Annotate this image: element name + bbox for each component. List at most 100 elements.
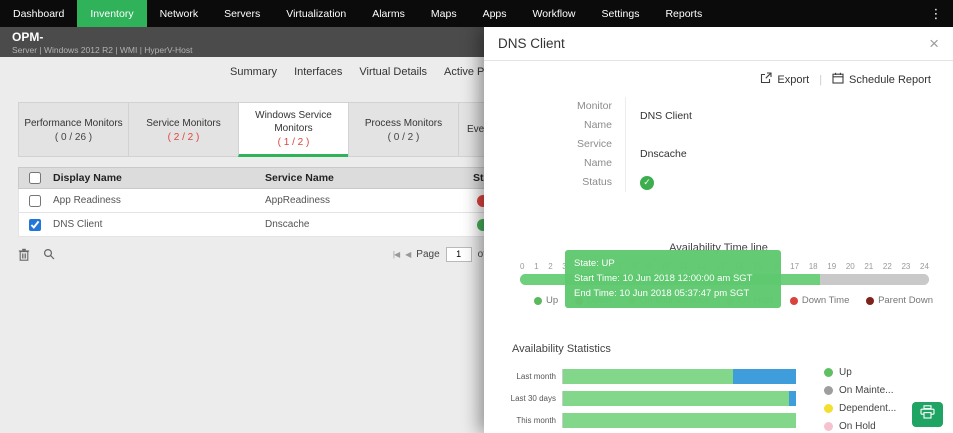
table-toolbar: |◀ ◀ Page of bbox=[0, 243, 486, 265]
tab-interfaces[interactable]: Interfaces bbox=[294, 64, 342, 80]
legend-label: Up bbox=[839, 367, 852, 378]
timeline-legend-up: Up bbox=[534, 295, 558, 306]
stats-chart-legend: UpOn Mainte...Dependent...On HoldDownNot… bbox=[824, 365, 896, 433]
stats-title: Availability Statistics bbox=[512, 343, 611, 355]
header-service-name[interactable]: Service Name bbox=[265, 172, 473, 184]
more-menu-icon[interactable]: ⋮ bbox=[919, 0, 953, 27]
stats-chart-rows: Last monthLast 30 daysThis monthLast wee… bbox=[500, 365, 796, 433]
actions-separator: | bbox=[819, 73, 823, 86]
bar-segment-up bbox=[563, 368, 734, 384]
schedule-report-label: Schedule Report bbox=[849, 73, 931, 86]
export-icon bbox=[760, 72, 772, 87]
cell-service-name: AppReadiness bbox=[265, 195, 331, 206]
timeline-legend-down-time: Down Time bbox=[789, 295, 850, 306]
legend-label: Down Time bbox=[801, 295, 850, 306]
service-name-value: Dnscache bbox=[640, 147, 687, 160]
chart-category-label: This month bbox=[516, 415, 556, 425]
nav-item-maps[interactable]: Maps bbox=[418, 0, 470, 27]
legend-label: Dependent... bbox=[839, 403, 897, 414]
first-page-icon[interactable]: |◀ bbox=[393, 250, 400, 259]
legend-label: On Hold bbox=[839, 421, 876, 432]
monitor-details: Monitor Name DNS Client Service Name Dns… bbox=[563, 97, 953, 192]
detail-row-monitor-name: Monitor Name DNS Client bbox=[563, 97, 953, 135]
panel-title: DNS Client bbox=[498, 36, 565, 51]
chart-row-last-month: Last month bbox=[500, 365, 796, 387]
chart-legend-up[interactable]: Up bbox=[824, 367, 896, 378]
print-button[interactable] bbox=[912, 402, 943, 427]
row-checkbox[interactable] bbox=[29, 194, 41, 207]
chart-legend-on-mainte[interactable]: On Mainte... bbox=[824, 385, 896, 396]
monitor-name-label: Monitor Name bbox=[563, 97, 626, 135]
chart-legend-dependent[interactable]: Dependent... bbox=[824, 403, 896, 414]
monitor-tab-service-monitors[interactable]: Service Monitors( 2 / 2 ) bbox=[128, 102, 238, 157]
nav-items: Dashboard Inventory Network Servers Virtuali… bbox=[0, 0, 919, 27]
legend-label: On Mainte... bbox=[839, 385, 894, 396]
dns-client-panel: DNS Client × Export | Schedule Report Mo… bbox=[484, 27, 953, 433]
chart-bar-last-month bbox=[563, 368, 796, 384]
header-checkbox-cell bbox=[19, 172, 53, 184]
nav-item-inventory[interactable]: Inventory bbox=[77, 0, 147, 27]
chart-bar-last-30-days bbox=[563, 390, 796, 406]
monitor-tab-windows-service-monitors[interactable]: Windows Service Monitors( 1 / 2 ) bbox=[238, 102, 348, 157]
chart-bar-this-month bbox=[563, 412, 796, 428]
detail-row-status: Status ✓ bbox=[563, 173, 953, 192]
page-label: Page bbox=[416, 248, 440, 260]
stats-chart: Last monthLast 30 daysThis monthLast wee… bbox=[500, 365, 937, 433]
chart-legend-on-hold[interactable]: On Hold bbox=[824, 421, 896, 432]
schedule-report-button[interactable]: Schedule Report bbox=[832, 72, 931, 87]
tooltip-start-time: Start Time: 10 Jun 2018 12:00:00 am SGT bbox=[574, 273, 753, 285]
top-nav: Dashboard Inventory Network Servers Virtuali… bbox=[0, 0, 953, 27]
nav-item-workflow[interactable]: Workflow bbox=[520, 0, 589, 27]
pagination: |◀ ◀ Page of bbox=[393, 246, 486, 262]
export-label: Export bbox=[777, 73, 810, 86]
cell-display-name: DNS Client bbox=[53, 219, 103, 230]
close-icon[interactable]: × bbox=[929, 35, 939, 52]
delete-icon[interactable] bbox=[18, 248, 30, 261]
timeline-segment-not-monitored bbox=[820, 274, 929, 285]
bar-segment-up bbox=[563, 412, 796, 428]
monitor-tab-process-monitors[interactable]: Process Monitors( 0 / 2 ) bbox=[348, 102, 458, 157]
panel-header: DNS Client × bbox=[484, 27, 953, 61]
page-number-input[interactable] bbox=[445, 246, 472, 262]
tooltip-state: State: UP bbox=[574, 258, 615, 269]
monitor-tab-performance-monitors[interactable]: Performance Monitors( 0 / 26 ) bbox=[18, 102, 128, 157]
nav-item-reports[interactable]: Reports bbox=[652, 0, 715, 27]
status-label: Status bbox=[563, 173, 626, 192]
select-all-checkbox[interactable] bbox=[29, 172, 41, 184]
nav-item-alarms[interactable]: Alarms bbox=[359, 0, 418, 27]
monitor-name-value: DNS Client bbox=[640, 109, 692, 122]
nav-item-servers[interactable]: Servers bbox=[211, 0, 273, 27]
availability-tooltip: State: UP Start Time: 10 Jun 2018 12:00:… bbox=[565, 250, 781, 308]
status-up-icon: ✓ bbox=[640, 175, 654, 190]
tooltip-end-time: End Time: 10 Jun 2018 05:37:47 pm SGT bbox=[574, 288, 750, 300]
nav-item-network[interactable]: Network bbox=[147, 0, 212, 27]
status-value: ✓ bbox=[626, 173, 654, 192]
nav-item-virtualization[interactable]: Virtualization bbox=[273, 0, 359, 27]
chart-category-label: Last 30 days bbox=[510, 393, 556, 403]
screen: Dashboard Inventory Network Servers Virtuali… bbox=[0, 0, 953, 433]
nav-item-settings[interactable]: Settings bbox=[589, 0, 653, 27]
bar-segment-up bbox=[563, 390, 789, 406]
legend-label: Parent Down bbox=[878, 295, 933, 306]
tab-summary[interactable]: Summary bbox=[230, 64, 277, 80]
service-name-label: Service Name bbox=[563, 135, 626, 173]
panel-actions: Export | Schedule Report bbox=[484, 61, 953, 87]
bar-segment-not-monitored bbox=[789, 390, 796, 406]
row-checkbox[interactable] bbox=[29, 218, 41, 231]
nav-item-dashboard[interactable]: Dashboard bbox=[0, 0, 77, 27]
legend-label: Up bbox=[546, 295, 559, 306]
cell-service-name: Dnscache bbox=[265, 219, 310, 230]
bar-segment-not-monitored bbox=[733, 368, 796, 384]
tab-virtual-details[interactable]: Virtual Details bbox=[359, 64, 427, 80]
print-icon bbox=[920, 405, 935, 424]
chart-row-this-month: This month bbox=[500, 409, 796, 431]
header-display-name[interactable]: Display Name bbox=[53, 172, 265, 184]
export-button[interactable]: Export bbox=[760, 72, 809, 87]
cell-display-name: App Readiness bbox=[53, 195, 121, 206]
detail-row-service-name: Service Name Dnscache bbox=[563, 135, 953, 173]
prev-page-icon[interactable]: ◀ bbox=[405, 250, 411, 259]
nav-item-apps[interactable]: Apps bbox=[470, 0, 520, 27]
search-icon[interactable] bbox=[43, 248, 55, 260]
chart-row-last-30-days: Last 30 days bbox=[500, 387, 796, 409]
timeline-legend-parent-down: Parent Down bbox=[866, 295, 933, 306]
